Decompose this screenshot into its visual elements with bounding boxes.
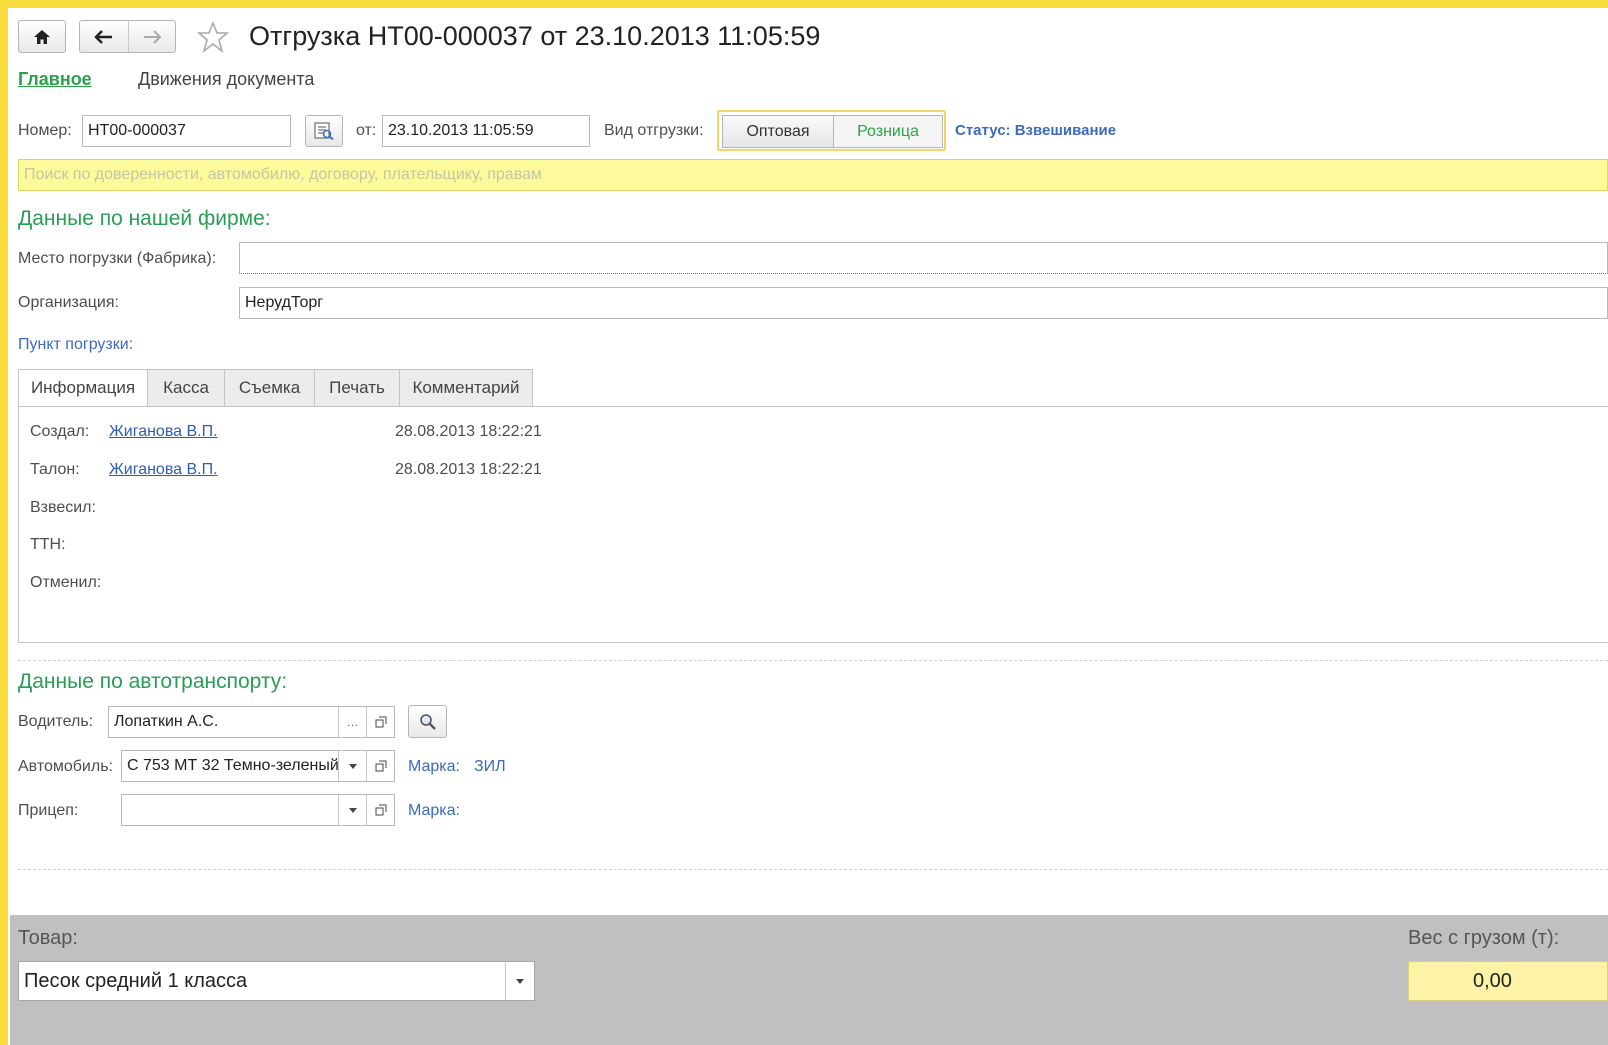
firm-section-title: Данные по нашей фирме: (18, 207, 271, 230)
load-place-label: Место погрузки (Фабрика): (18, 250, 217, 267)
magnifier-icon (419, 713, 436, 730)
driver-open-button[interactable] (366, 707, 394, 737)
back-button[interactable] (80, 21, 129, 52)
tab-main[interactable]: Главное (18, 69, 92, 90)
load-point-link[interactable]: Пункт погрузки: (18, 336, 133, 354)
number-field[interactable]: НТ00-000037 (82, 115, 291, 147)
product-field[interactable]: Песок средний 1 класса (18, 961, 535, 1001)
driver-select-button[interactable]: … (338, 707, 366, 737)
open-icon (375, 760, 386, 772)
ticket-label: Талон: (30, 461, 80, 478)
status-indicator: Статус: Взвешивание (955, 122, 1116, 139)
weight-label: Вес с грузом (т): (1408, 927, 1560, 949)
forward-button[interactable] (129, 21, 176, 52)
driver-value: Лопаткин А.С. (114, 713, 219, 730)
home-icon (34, 29, 50, 44)
driver-search-button[interactable] (408, 705, 447, 738)
product-value: Песок средний 1 класса (24, 969, 248, 992)
number-label: Номер: (18, 122, 72, 139)
ttn-label: ТТН: (30, 536, 66, 553)
information-panel (18, 406, 1608, 643)
product-label: Товар: (18, 927, 78, 949)
tab-cash[interactable]: Касса (147, 369, 225, 407)
product-dropdown-button[interactable] (505, 962, 534, 1000)
search-input[interactable]: Поиск по доверенности, автомобилю, догов… (18, 159, 1608, 191)
open-icon (375, 804, 386, 816)
driver-label: Водитель: (18, 713, 94, 730)
shipment-wholesale-button[interactable]: Оптовая (722, 115, 834, 148)
back-arrow-icon (93, 29, 112, 44)
shipment-type-label: Вид отгрузки: (604, 122, 704, 139)
created-user-link[interactable]: Жиганова В.П. (109, 423, 218, 441)
open-icon (375, 716, 386, 728)
star-icon (196, 20, 230, 54)
created-label: Создал: (30, 423, 90, 440)
car-brand-value: ЗИЛ (474, 758, 506, 775)
load-place-field[interactable] (239, 242, 1608, 274)
shipment-type-switch: Оптовая Розница (717, 110, 946, 151)
select-number-button[interactable] (305, 115, 343, 147)
dropdown-arrow-icon (348, 763, 357, 769)
car-label: Автомобиль: (18, 758, 113, 775)
separator (18, 660, 1608, 661)
tab-document-movements[interactable]: Движения документа (138, 69, 314, 90)
history-nav-group (79, 20, 176, 53)
status-value: Взвешивание (1014, 122, 1117, 139)
created-date: 28.08.2013 18:22:21 (395, 423, 542, 440)
tab-shooting[interactable]: Съемка (224, 369, 315, 407)
weighed-label: Взвесил: (30, 499, 96, 516)
tab-comment[interactable]: Комментарий (399, 369, 533, 407)
trailer-field[interactable] (121, 794, 395, 826)
date-label: от: (356, 122, 377, 139)
driver-field[interactable]: Лопаткин А.С. … (108, 706, 395, 738)
car-dropdown-button[interactable] (338, 751, 366, 781)
window-frame-left (0, 0, 8, 1045)
tabs-baseline (532, 406, 1608, 407)
separator (18, 869, 1608, 870)
ticket-user-link[interactable]: Жиганова В.П. (109, 461, 218, 479)
forward-arrow-icon (143, 29, 162, 44)
car-brand-label: Марка: (408, 758, 460, 775)
dropdown-arrow-icon (516, 978, 524, 984)
home-button[interactable] (18, 20, 66, 53)
transport-section-title: Данные по автотранспорту: (18, 670, 288, 693)
favorite-button[interactable] (196, 20, 230, 59)
dropdown-arrow-icon (348, 807, 357, 813)
date-field[interactable]: 23.10.2013 11:05:59 (382, 115, 590, 147)
cancelled-label: Отменил: (30, 574, 102, 591)
window-frame-top (0, 0, 1608, 8)
ticket-date: 28.08.2013 18:22:21 (395, 461, 542, 478)
organization-field[interactable]: НерудТорг (239, 287, 1608, 319)
trailer-open-button[interactable] (366, 795, 394, 825)
weight-field[interactable]: 0,00 (1408, 961, 1608, 1001)
status-label: Статус: (955, 122, 1011, 139)
tab-information[interactable]: Информация (18, 369, 148, 407)
car-open-button[interactable] (366, 751, 394, 781)
car-field[interactable]: С 753 МТ 32 Темно-зеленый (121, 750, 395, 782)
car-value: С 753 МТ 32 Темно-зеленый (127, 757, 339, 774)
shipment-retail-button[interactable]: Розница (833, 115, 943, 148)
trailer-brand-label: Марка: (408, 802, 460, 819)
trailer-label: Прицеп: (18, 802, 79, 819)
trailer-dropdown-button[interactable] (338, 795, 366, 825)
organization-label: Организация: (18, 294, 119, 311)
page-title: Отгрузка НТ00-000037 от 23.10.2013 11:05… (249, 21, 821, 51)
tab-print[interactable]: Печать (314, 369, 400, 407)
select-from-list-icon (314, 122, 334, 140)
